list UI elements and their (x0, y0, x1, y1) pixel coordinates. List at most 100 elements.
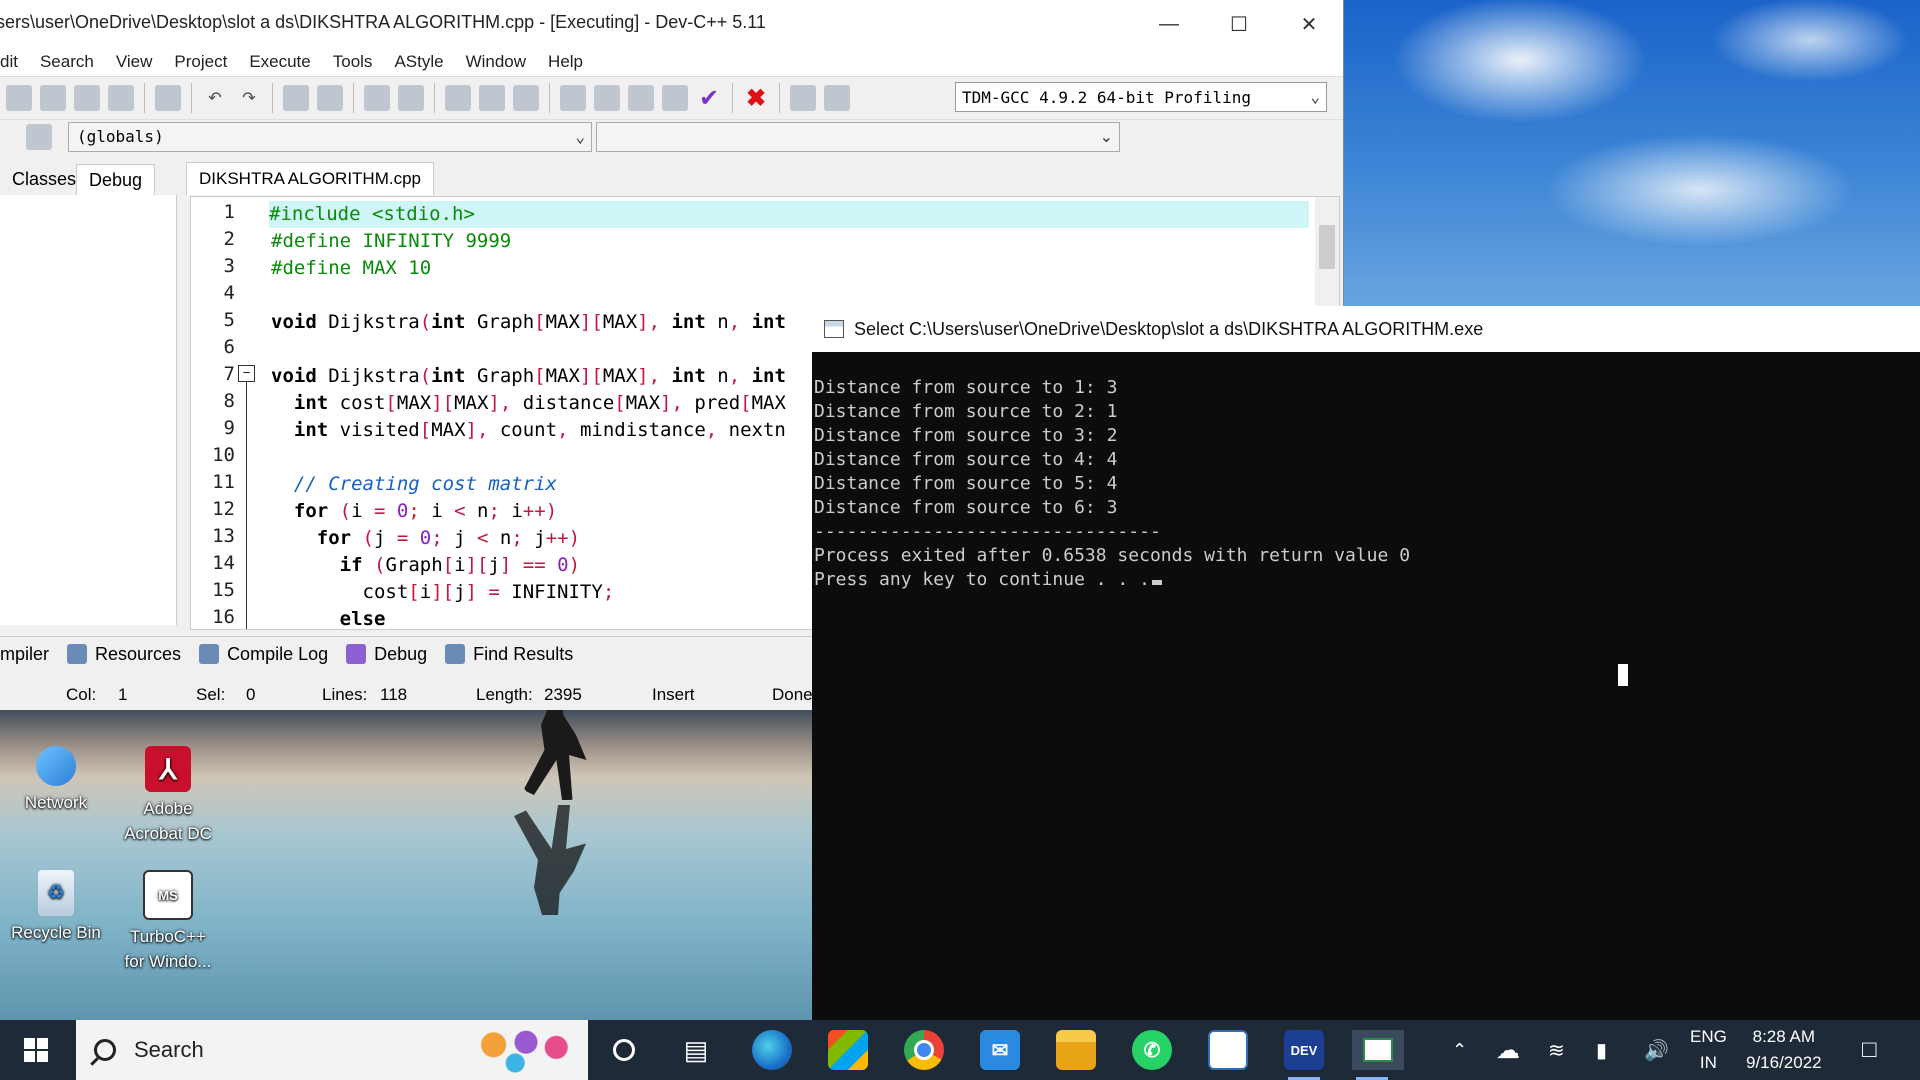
line-number: 10 (212, 444, 235, 466)
options-icon[interactable] (628, 85, 654, 111)
save-icon[interactable] (6, 85, 32, 111)
compiler-select[interactable]: TDM-GCC 4.9.2 64-bit Profiling ⌄ (955, 82, 1327, 112)
check-syntax-icon[interactable]: ✔ (696, 85, 722, 112)
menu-execute[interactable]: Execute (249, 52, 310, 72)
code-line-2: #define INFINITY 9999 (271, 230, 512, 252)
windows-logo-icon (24, 1038, 48, 1062)
microsoft-store-icon[interactable] (828, 1030, 868, 1070)
stop-execution-icon[interactable]: ✖ (743, 85, 769, 112)
tab-compile-log[interactable]: Compile Log (199, 644, 328, 665)
close-file-icon[interactable] (74, 85, 100, 111)
window-icon[interactable] (594, 85, 620, 111)
app-window-icon[interactable] (1208, 1030, 1248, 1070)
close-all-icon[interactable] (108, 85, 134, 111)
tab-resources[interactable]: Resources (67, 644, 181, 665)
redo-icon[interactable]: ↷ (236, 85, 262, 111)
bookmark-icon[interactable] (513, 85, 539, 111)
menu-view[interactable]: View (116, 52, 153, 72)
menu-edit[interactable]: dit (0, 52, 18, 72)
mail-icon[interactable]: ✉ (980, 1030, 1020, 1070)
delete-profile-icon[interactable] (824, 85, 850, 111)
replace-icon[interactable] (317, 85, 343, 111)
comment-text: // Creating cost matrix (293, 473, 557, 495)
battery-icon[interactable]: ▮ (1596, 1020, 1607, 1080)
wifi-icon[interactable]: ≋ (1548, 1020, 1565, 1080)
menu-astyle[interactable]: AStyle (394, 52, 443, 72)
goto-forward-icon[interactable] (479, 85, 505, 111)
new-project-icon[interactable] (560, 85, 586, 111)
title-bar[interactable]: sers\user\OneDrive\Desktop\slot a ds\DIK… (0, 0, 1343, 48)
toolbar-separator (144, 83, 145, 113)
file-explorer-icon[interactable] (1056, 1030, 1096, 1070)
chrome-icon[interactable] (904, 1030, 944, 1070)
desktop-icon-turbo-cpp[interactable]: MS TurboC++ for Windo... (118, 870, 218, 974)
whatsapp-icon[interactable]: ✆ (1132, 1030, 1172, 1070)
scope-select-value: (globals) (77, 127, 164, 146)
toolbar-separator (191, 83, 192, 113)
text-cursor (1151, 580, 1162, 585)
menu-tools[interactable]: Tools (333, 52, 373, 72)
find-results-icon (445, 644, 466, 664)
console-line: -------------------------------- (814, 521, 1161, 542)
console-window[interactable]: Select C:\Users\user\OneDrive\Desktop\sl… (812, 306, 1920, 1020)
line-number: 6 (223, 336, 235, 358)
tab-label: Resources (95, 643, 182, 664)
maximize-button[interactable]: ☐ (1204, 0, 1274, 48)
desktop-icon-recycle-bin[interactable]: ♻ Recycle Bin (6, 870, 106, 945)
console-taskbar-icon[interactable] (1352, 1030, 1404, 1080)
menu-help[interactable]: Help (548, 52, 583, 72)
undo-icon[interactable]: ↶ (202, 85, 228, 111)
line-number: 13 (212, 525, 235, 547)
menu-search[interactable]: Search (40, 52, 94, 72)
line-number: 3 (223, 255, 235, 277)
minimize-button[interactable]: — (1134, 0, 1204, 48)
menu-project[interactable]: Project (174, 52, 227, 72)
print-icon[interactable] (155, 85, 181, 111)
scrollbar-thumb[interactable] (1319, 225, 1335, 269)
tab-find-results[interactable]: Find Results (445, 644, 573, 665)
notification-center-icon[interactable]: □ (1862, 1020, 1877, 1080)
class-toolbar: (globals) ⌄ ⌄ (0, 118, 1343, 158)
taskbar-search-box[interactable]: Search (76, 1020, 588, 1080)
close-button[interactable]: ✕ (1274, 0, 1344, 48)
fold-toggle-icon[interactable]: − (238, 365, 255, 382)
member-select[interactable]: ⌄ (596, 122, 1120, 152)
onedrive-icon[interactable]: ☁ (1496, 1020, 1520, 1080)
menu-window[interactable]: Window (466, 52, 526, 72)
code-line-1: #include <stdio.h> (269, 201, 1309, 228)
tab-debug-output[interactable]: Debug (346, 644, 427, 665)
tab-compiler[interactable]: mpiler (0, 644, 49, 665)
scope-select[interactable]: (globals) ⌄ (68, 122, 592, 152)
edge-icon[interactable] (752, 1030, 792, 1070)
volume-icon[interactable]: 🔊 (1644, 1020, 1669, 1080)
profile-icon[interactable] (790, 85, 816, 111)
devcpp-taskbar-icon[interactable]: DEV (1284, 1030, 1324, 1080)
console-line: Process exited after 0.6538 seconds with… (814, 545, 1411, 566)
desktop-icon-network[interactable]: Network (6, 746, 106, 815)
goto-back-icon[interactable] (445, 85, 471, 111)
desktop-icon-label: Recycle Bin (11, 923, 101, 942)
indent-icon[interactable] (364, 85, 390, 111)
unindent-icon[interactable] (398, 85, 424, 111)
cortana-icon[interactable] (604, 1030, 644, 1070)
class-browser-icon[interactable] (26, 124, 52, 150)
grid-icon[interactable] (662, 85, 688, 111)
window-title: sers\user\OneDrive\Desktop\slot a ds\DIK… (0, 12, 766, 32)
tab-classes[interactable]: Classes (0, 164, 88, 194)
task-view-icon[interactable]: ▤ (676, 1030, 716, 1070)
find-icon[interactable] (283, 85, 309, 111)
save-all-icon[interactable] (40, 85, 66, 111)
show-hidden-icons-icon[interactable]: ⌃ (1452, 1020, 1467, 1080)
console-title-bar[interactable]: Select C:\Users\user\OneDrive\Desktop\sl… (812, 306, 1920, 352)
line-number: 11 (212, 471, 235, 493)
file-tab[interactable]: DIKSHTRA ALGORITHM.cpp (186, 162, 434, 195)
clock[interactable]: 8:28 AM 9/16/2022 (1746, 1020, 1822, 1080)
region-code: IN (1699, 1053, 1717, 1072)
tab-debug[interactable]: Debug (76, 164, 156, 195)
line-number-gutter: 1 2 3 4 5 6 7 8 9 10 11 12 13 14 15 16 − (191, 197, 255, 629)
start-button[interactable] (0, 1020, 72, 1080)
desktop-icon-acrobat[interactable]: ⅄ Adobe Acrobat DC (118, 746, 218, 846)
status-length-value: 2395 (544, 685, 582, 704)
menu-bar: dit Search View Project Execute Tools AS… (0, 48, 1343, 76)
language-indicator[interactable]: ENG IN (1690, 1020, 1727, 1080)
